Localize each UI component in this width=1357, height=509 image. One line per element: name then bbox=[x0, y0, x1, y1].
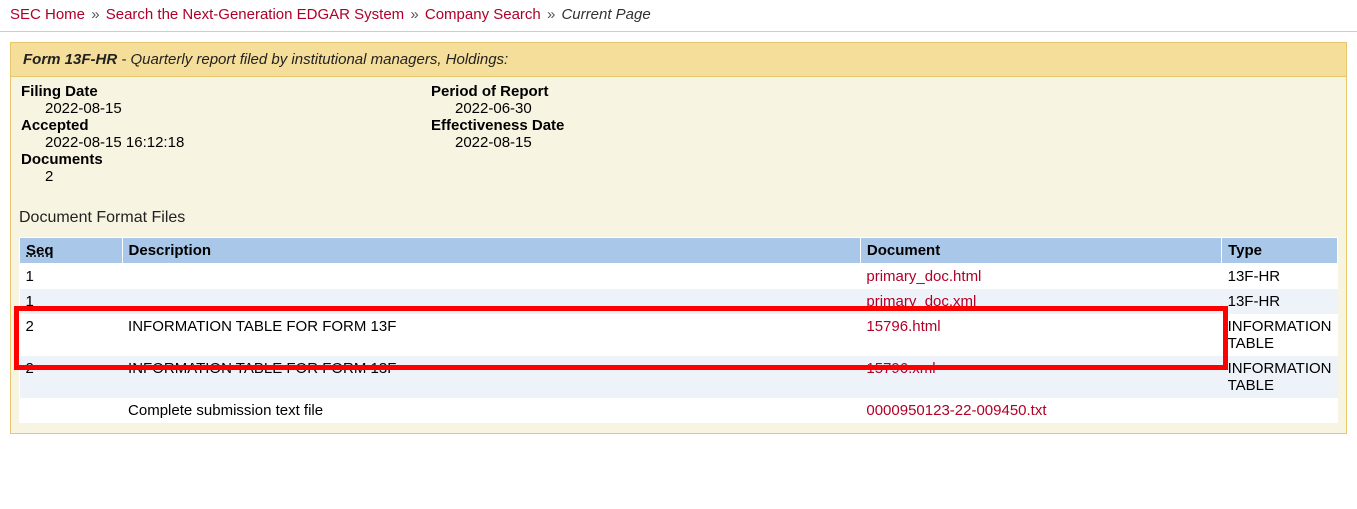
filing-date-label: Filing Date bbox=[21, 83, 431, 100]
document-files-table: Seq Description Document Type 1 primary_… bbox=[19, 237, 1338, 423]
filing-meta: Filing Date 2022-08-15 Accepted 2022-08-… bbox=[11, 77, 1346, 193]
cell-seq: 1 bbox=[20, 289, 123, 314]
cell-desc: INFORMATION TABLE FOR FORM 13F bbox=[122, 314, 860, 356]
breadcrumb-sep: » bbox=[89, 6, 101, 23]
documents-label: Documents bbox=[21, 151, 431, 168]
breadcrumb-current: Current Page bbox=[561, 6, 650, 23]
document-link[interactable]: primary_doc.html bbox=[866, 268, 981, 285]
period-value: 2022-06-30 bbox=[431, 100, 841, 117]
document-link[interactable]: 15796.html bbox=[866, 318, 940, 335]
cell-desc: INFORMATION TABLE FOR FORM 13F bbox=[122, 356, 860, 398]
table-row: 1 primary_doc.html 13F-HR bbox=[20, 264, 1338, 290]
document-link[interactable]: 0000950123-22-009450.txt bbox=[866, 402, 1046, 419]
table-title: Document Format Files bbox=[11, 193, 1346, 237]
cell-type: INFORMATION TABLE bbox=[1222, 356, 1338, 398]
eff-value: 2022-08-15 bbox=[431, 134, 841, 151]
table-row: 2 INFORMATION TABLE FOR FORM 13F 15796.h… bbox=[20, 314, 1338, 356]
cell-seq: 1 bbox=[20, 264, 123, 290]
col-header-type: Type bbox=[1222, 238, 1338, 264]
col-header-desc: Description bbox=[122, 238, 860, 264]
cell-desc bbox=[122, 289, 860, 314]
form-type-bar: Form 13F-HR - Quarterly report filed by … bbox=[11, 43, 1346, 77]
breadcrumb-link-edgar-search[interactable]: Search the Next-Generation EDGAR System bbox=[106, 6, 404, 23]
cell-type: 13F-HR bbox=[1222, 289, 1338, 314]
document-link[interactable]: primary_doc.xml bbox=[866, 293, 976, 310]
accepted-label: Accepted bbox=[21, 117, 431, 134]
period-label: Period of Report bbox=[431, 83, 841, 100]
cell-type: 13F-HR bbox=[1222, 264, 1338, 290]
cell-seq bbox=[20, 398, 123, 423]
cell-type bbox=[1222, 398, 1338, 423]
col-header-seq[interactable]: Seq bbox=[20, 238, 123, 264]
cell-seq: 2 bbox=[20, 356, 123, 398]
breadcrumb: SEC Home » Search the Next-Generation ED… bbox=[0, 0, 1357, 32]
table-row: Complete submission text file 0000950123… bbox=[20, 398, 1338, 423]
documents-value: 2 bbox=[21, 168, 431, 185]
breadcrumb-sep: » bbox=[408, 6, 420, 23]
filing-date-value: 2022-08-15 bbox=[21, 100, 431, 117]
table-row: 2 INFORMATION TABLE FOR FORM 13F 15796.x… bbox=[20, 356, 1338, 398]
table-row: 1 primary_doc.xml 13F-HR bbox=[20, 289, 1338, 314]
eff-label: Effectiveness Date bbox=[431, 117, 841, 134]
col-header-doc: Document bbox=[860, 238, 1221, 264]
cell-desc bbox=[122, 264, 860, 290]
cell-desc: Complete submission text file bbox=[122, 398, 860, 423]
form-desc: - Quarterly report filed by institutiona… bbox=[117, 51, 508, 68]
accepted-value: 2022-08-15 16:12:18 bbox=[21, 134, 431, 151]
document-link[interactable]: 15796.xml bbox=[866, 360, 935, 377]
filing-panel: Form 13F-HR - Quarterly report filed by … bbox=[10, 42, 1347, 434]
form-type: Form 13F-HR bbox=[23, 51, 117, 68]
breadcrumb-link-sec-home[interactable]: SEC Home bbox=[10, 6, 85, 23]
cell-type: INFORMATION TABLE bbox=[1222, 314, 1338, 356]
cell-seq: 2 bbox=[20, 314, 123, 356]
breadcrumb-link-company-search[interactable]: Company Search bbox=[425, 6, 541, 23]
breadcrumb-sep: » bbox=[545, 6, 557, 23]
